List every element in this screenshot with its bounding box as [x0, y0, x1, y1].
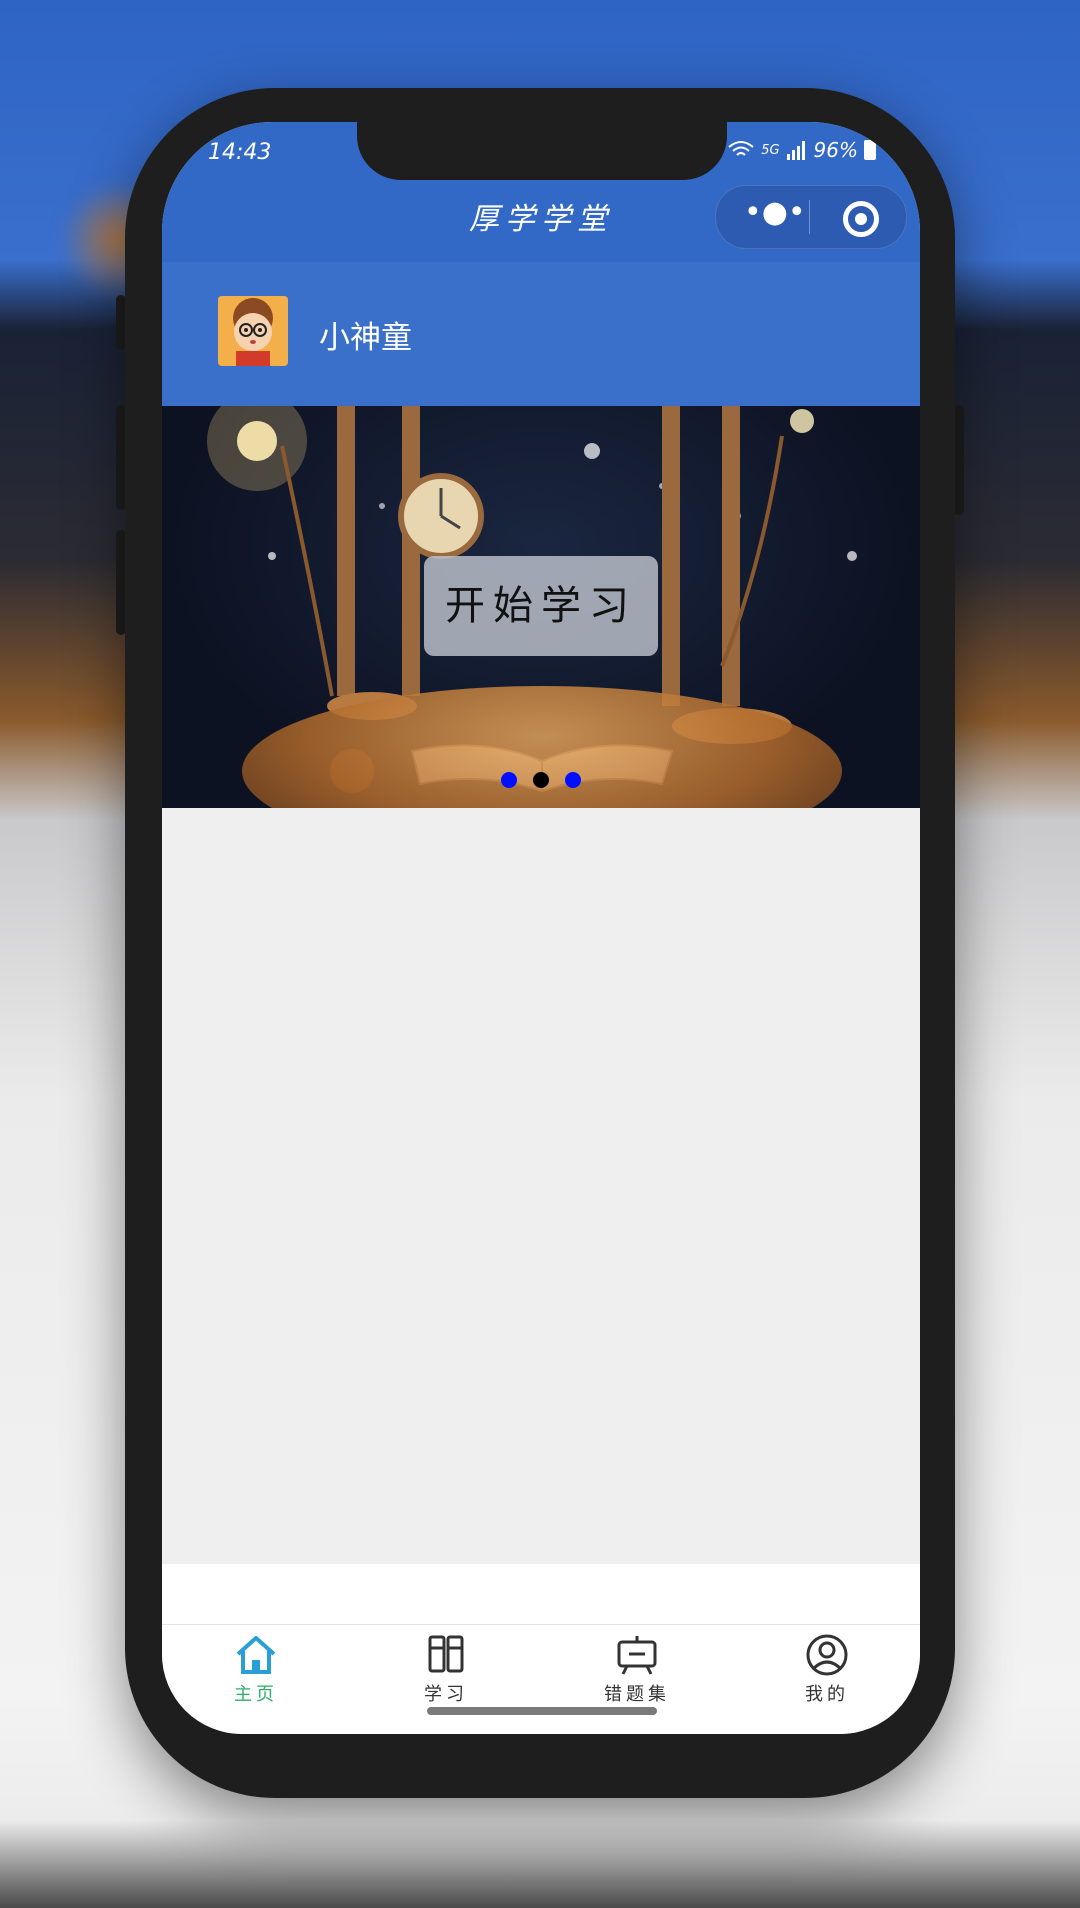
target-icon[interactable]	[843, 201, 879, 237]
notch	[357, 122, 727, 180]
tab-label: 学习	[424, 1684, 468, 1705]
status-indicators: 5G 96%	[727, 138, 876, 162]
top-bar: 14:43 5G 96% 厚学学堂 •●•	[162, 122, 920, 262]
tab-mistakes[interactable]: 错题集	[577, 1634, 697, 1706]
wifi-icon	[728, 141, 754, 156]
battery-percent: 96%	[813, 138, 858, 162]
start-learning-button[interactable]: 开始学习	[424, 556, 658, 656]
profile-bar: 小神童	[162, 262, 920, 406]
username: 小神童	[319, 320, 412, 356]
tab-me[interactable]: 我的	[767, 1634, 887, 1706]
avatar-image	[218, 296, 288, 366]
tab-label: 主页	[234, 1684, 278, 1705]
network-label: 5G	[761, 142, 780, 158]
avatar[interactable]	[218, 296, 288, 366]
signal-icon	[786, 141, 805, 160]
book-icon	[428, 1635, 464, 1673]
tab-label: 我的	[805, 1684, 849, 1705]
phone-screen: 14:43 5G 96% 厚学学堂 •●• 小神童 开始学习 主页 学习 错题集…	[162, 122, 920, 1734]
user-icon	[806, 1634, 848, 1676]
tabbar-divider	[162, 1624, 920, 1625]
more-dots-icon[interactable]: •●•	[744, 198, 806, 230]
capsule-divider	[809, 200, 810, 234]
tab-home[interactable]: 主页	[196, 1634, 316, 1706]
phone-power-button	[954, 405, 964, 515]
home-icon	[236, 1636, 276, 1674]
carousel-dot-active[interactable]	[533, 772, 549, 788]
miniprogram-capsule: •●•	[715, 185, 907, 249]
battery-icon	[864, 140, 876, 160]
carousel-indicators	[162, 772, 920, 788]
carousel-dot[interactable]	[501, 772, 517, 788]
status-time: 14:43	[208, 140, 272, 165]
home-indicator[interactable]	[427, 1707, 657, 1715]
board-icon	[617, 1636, 657, 1675]
tab-label: 错题集	[604, 1684, 670, 1705]
tab-study[interactable]: 学习	[386, 1634, 506, 1706]
banner-carousel[interactable]: 开始学习	[162, 406, 920, 808]
carousel-dot[interactable]	[565, 772, 581, 788]
